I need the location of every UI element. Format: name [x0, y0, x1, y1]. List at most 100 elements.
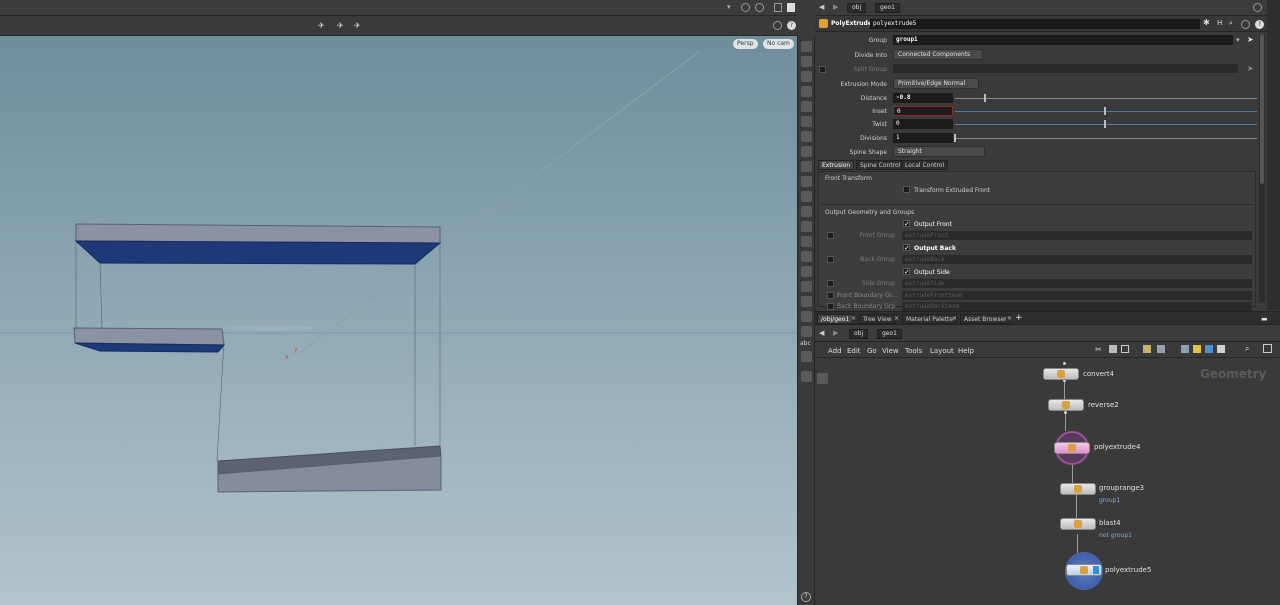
forward-arrow-icon[interactable]: ▶	[833, 3, 838, 11]
target-icon[interactable]	[801, 221, 812, 232]
menu-add[interactable]: Add	[828, 347, 842, 355]
tab-obj-geo1[interactable]: /obj/geo1	[817, 314, 854, 324]
back-boundary-checkbox[interactable]	[827, 303, 834, 310]
back-arrow-icon[interactable]: ◀	[819, 329, 824, 337]
front-group-field[interactable]: extrudeFront	[902, 231, 1252, 240]
node-grouprange3[interactable]	[1060, 483, 1096, 495]
distance-slider[interactable]	[955, 98, 1257, 99]
image-icon[interactable]	[1205, 345, 1213, 353]
info-icon[interactable]: H	[1217, 19, 1222, 27]
vertex-icon[interactable]	[801, 146, 812, 157]
group-field[interactable]: group1	[893, 35, 1233, 45]
text-tool-label[interactable]: abc	[800, 340, 811, 347]
twist-slider[interactable]	[955, 124, 1257, 125]
tab-spine-control[interactable]: Spine Control	[856, 160, 905, 170]
path-geo[interactable]: geo1	[877, 329, 902, 339]
grid-icon[interactable]	[1143, 345, 1151, 353]
lock-icon[interactable]	[801, 71, 812, 82]
tools-icon[interactable]: ✂	[1095, 345, 1102, 354]
paint-icon[interactable]	[801, 281, 812, 292]
divisions-slider-handle[interactable]	[954, 134, 956, 142]
twist-field[interactable]: 0	[893, 119, 953, 129]
select-tool-icon[interactable]: ✈	[318, 21, 325, 30]
display-icon[interactable]	[1109, 345, 1117, 353]
cube-icon[interactable]	[801, 326, 812, 337]
back-arrow-icon[interactable]: ◀	[819, 3, 824, 11]
display-shaded-icon[interactable]	[801, 41, 812, 52]
twist-slider-handle[interactable]	[1104, 120, 1106, 128]
distance-slider-handle[interactable]	[984, 94, 986, 102]
image-icon[interactable]	[801, 351, 812, 362]
param-scrollbar-thumb[interactable]	[1260, 34, 1264, 184]
measure-icon[interactable]	[801, 266, 812, 277]
network-editor[interactable]: Geometry convert4 reverse2 polyextrude4 …	[815, 359, 1280, 605]
select-arrow-icon[interactable]: ➤	[1247, 64, 1254, 73]
chevron-down-icon[interactable]: ▾	[727, 3, 735, 12]
list-icon[interactable]	[1157, 345, 1165, 353]
close-icon[interactable]: ×	[952, 315, 957, 322]
close-icon[interactable]: ×	[894, 315, 899, 322]
camera-select-button[interactable]: No cam	[763, 39, 794, 49]
chevron-down-icon[interactable]: ▾	[1236, 36, 1240, 44]
path-obj[interactable]: obj	[849, 329, 869, 339]
front-boundary-checkbox[interactable]	[827, 292, 834, 299]
inset-slider-handle[interactable]	[1104, 107, 1106, 115]
tab-material-palette[interactable]: Material Palette	[902, 314, 958, 324]
handle-tool-icon[interactable]: ✈	[354, 21, 361, 30]
help-icon[interactable]: ?	[787, 21, 796, 30]
node-polyextrude4[interactable]	[1054, 442, 1090, 454]
display-options-icon[interactable]	[774, 3, 782, 12]
camera-icon[interactable]	[801, 206, 812, 217]
pin-icon[interactable]	[741, 3, 750, 12]
distance-field[interactable]: -0.8	[893, 93, 953, 103]
pin-icon[interactable]	[1253, 3, 1262, 12]
pose-tool-icon[interactable]: ✈	[337, 21, 344, 30]
display-wire-icon[interactable]	[801, 56, 812, 67]
inset-slider[interactable]	[955, 111, 1257, 112]
split-group-field[interactable]	[893, 64, 1238, 73]
search-icon[interactable]: ⌕	[1229, 19, 1233, 28]
refresh-icon[interactable]	[1241, 20, 1250, 29]
scene-viewport[interactable]: Persp No cam y x	[0, 36, 797, 605]
camera-persp-button[interactable]: Persp	[733, 39, 758, 49]
divide-into-menu[interactable]: Connected Components	[893, 49, 983, 60]
forward-arrow-icon[interactable]: ▶	[833, 329, 838, 337]
menu-help[interactable]: Help	[958, 347, 974, 355]
back-group-field[interactable]: extrudeBack	[902, 255, 1252, 264]
menu-layout[interactable]: Layout	[930, 347, 954, 355]
grid-icon[interactable]	[801, 311, 812, 322]
node-convert4[interactable]	[1043, 368, 1079, 380]
spine-shape-menu[interactable]: Straight	[893, 146, 985, 157]
divisions-field[interactable]: 1	[893, 133, 953, 143]
pane-menu-icon[interactable]: ▬	[1261, 315, 1268, 323]
help-icon[interactable]: ?	[1255, 20, 1264, 29]
tab-local-control[interactable]: Local Control	[901, 160, 949, 170]
sphere-icon[interactable]	[801, 101, 812, 112]
close-icon[interactable]: ×	[1007, 315, 1012, 322]
output-side-checkbox[interactable]: ✓	[903, 268, 910, 276]
close-icon[interactable]: ×	[851, 315, 856, 322]
help-icon[interactable]: ?	[801, 592, 811, 602]
background-image-icon[interactable]	[1217, 345, 1225, 353]
light-icon[interactable]	[801, 86, 812, 97]
node-blast4[interactable]	[1060, 518, 1096, 530]
point-icon[interactable]	[801, 131, 812, 142]
side-group-field[interactable]: extrudeSide	[902, 279, 1252, 288]
snap-icon[interactable]	[773, 21, 782, 30]
sticky-note-icon[interactable]	[1193, 345, 1201, 353]
pen-icon[interactable]	[801, 251, 812, 262]
tab-extrusion[interactable]: Extrusion	[818, 160, 855, 170]
bulb-icon[interactable]	[801, 116, 812, 127]
param-scrollbar[interactable]	[1259, 34, 1265, 302]
gear-icon[interactable]: ✱	[1203, 19, 1212, 28]
inset-field[interactable]: 0	[893, 106, 953, 116]
snap-grid-icon[interactable]	[801, 176, 812, 187]
brush-icon[interactable]	[801, 236, 812, 247]
node-name-field[interactable]: polyextrude5	[870, 19, 1200, 29]
layout-icon[interactable]	[1121, 345, 1129, 353]
maximize-icon[interactable]	[787, 3, 795, 12]
object-icon[interactable]	[801, 191, 812, 202]
divisions-slider[interactable]	[955, 138, 1257, 139]
front-boundary-field[interactable]: extrudeFrontSeam	[902, 291, 1252, 300]
link-icon[interactable]	[755, 3, 764, 12]
